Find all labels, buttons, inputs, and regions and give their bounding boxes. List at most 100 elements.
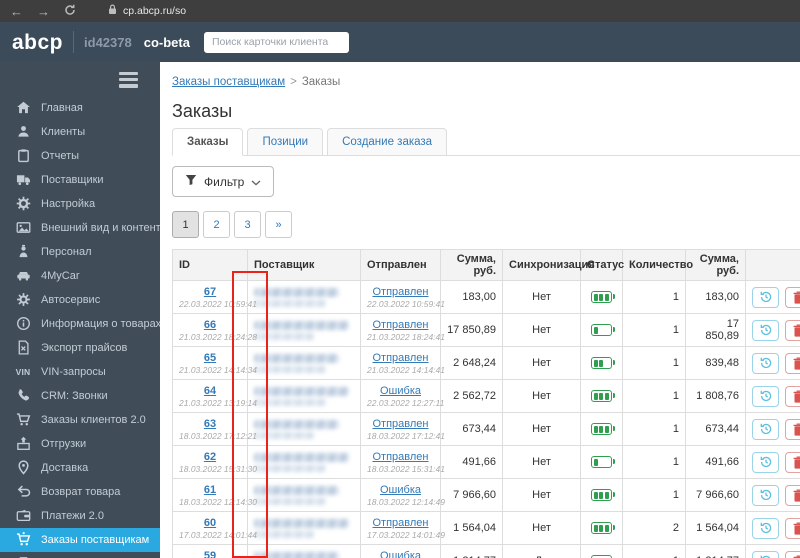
send-status-link[interactable]: Ошибка [380,484,421,496]
supplier-name-redacted [254,419,339,429]
quantity-value: 1 [622,346,686,380]
delete-button[interactable] [785,286,800,308]
history-button[interactable] [752,550,779,558]
sidebar-item-price-export[interactable]: Экспорт прайсов [0,336,160,360]
history-button[interactable] [752,517,779,539]
vin-icon: VIN [15,366,31,377]
order-sum: 183,00 [440,280,503,314]
browser-address-bar: ← → cp.abcp.ru/so [0,0,800,22]
delete-button[interactable] [785,451,800,473]
sidebar-item-client-orders[interactable]: Заказы клиентов 2.0 [0,408,160,432]
page-button-3[interactable]: 3 [234,211,261,238]
order-sum-2: 491,66 [685,445,746,479]
sidebar-item-clients[interactable]: Клиенты [0,120,160,144]
tab-create-order[interactable]: Создание заказа [327,128,448,156]
sidebar-item-4mycar[interactable]: 4MyCar [0,264,160,288]
sidebar-item-reports[interactable]: Отчеты [0,144,160,168]
sidebar-item-crm-calls[interactable]: CRM: Звонки [0,384,160,408]
order-id-link[interactable]: 59 [204,550,216,558]
send-status-link[interactable]: Отправлен [373,418,429,430]
quantity-value: 1 [622,544,686,558]
order-sum: 17 850,89 [440,313,503,347]
delete-button[interactable] [785,418,800,440]
send-status-link[interactable]: Отправлен [373,286,429,298]
delete-button[interactable] [785,352,800,374]
url-box[interactable]: cp.abcp.ru/so [108,2,186,20]
send-status-link[interactable]: Ошибка [380,385,421,397]
autoservice-gear-icon [15,292,31,308]
abcp-logo[interactable]: abcp [12,32,63,53]
history-button[interactable] [752,286,779,308]
page-button-1[interactable]: 1 [172,211,199,238]
history-button[interactable] [752,352,779,374]
sidebar-item-home[interactable]: Главная [0,96,160,120]
supplier-name-redacted [254,386,349,396]
order-sum-2: 1 808,76 [685,379,746,413]
supplier-details-redacted [254,497,326,505]
delete-button[interactable] [785,319,800,341]
delete-button[interactable] [785,484,800,506]
page-button-2[interactable]: 2 [203,211,230,238]
order-id-link[interactable]: 62 [204,451,216,463]
sidebar-item-shipments[interactable]: Отгрузки [0,432,160,456]
client-search-input[interactable] [203,31,349,53]
delete-button[interactable] [785,517,800,539]
supplier-details-redacted [254,332,314,340]
url-text[interactable]: cp.abcp.ru/so [123,5,186,17]
filter-button[interactable]: Фильтр [172,166,275,197]
sidebar-item-vin-requests[interactable]: VIN VIN-запросы [0,360,160,384]
history-button[interactable] [752,484,779,506]
sync-value: Нет [502,313,581,347]
sidebar-item-clipped[interactable] [0,552,160,558]
sidebar-item-appearance[interactable]: Внешний вид и контент [0,216,160,240]
order-id-link[interactable]: 66 [204,319,216,331]
tab-positions[interactable]: Позиции [247,128,324,156]
delete-button[interactable] [785,550,800,558]
col-status: Статус [580,249,624,281]
delete-button[interactable] [785,385,800,407]
sidebar-item-staff[interactable]: Персонал [0,240,160,264]
sidebar-item-autoservice[interactable]: Автосервис [0,288,160,312]
sidebar-item-delivery[interactable]: Доставка [0,456,160,480]
browser-forward-icon[interactable]: → [37,5,50,18]
send-status-link[interactable]: Отправлен [373,352,429,364]
order-id-link[interactable]: 60 [204,517,216,529]
clients-icon [15,124,31,140]
sidebar-item-payments[interactable]: Платежи 2.0 [0,504,160,528]
sidebar-item-returns[interactable]: Возврат товара [0,480,160,504]
sidebar-item-suppliers[interactable]: Поставщики [0,168,160,192]
col-sum1: Сумма, руб. [440,249,503,281]
order-sum: 7 966,60 [440,478,503,512]
history-button[interactable] [752,385,779,407]
history-button[interactable] [752,319,779,341]
sidebar-item-settings[interactable]: Настройка [0,192,160,216]
history-button[interactable] [752,418,779,440]
sidebar-item-supplier-orders[interactable]: Заказы поставщикам [0,527,160,552]
send-status-link[interactable]: Ошибка [380,550,421,558]
page-button-next[interactable]: » [265,211,292,238]
table-row: 65 21.03.2022 14:14:34 Отправлен 21.03.2 [172,346,800,380]
table-header-row: ID Поставщик Отправлен Сумма, руб. Синхр… [172,249,800,281]
history-button[interactable] [752,451,779,473]
supplier-details-redacted [254,365,326,373]
supplier-details-redacted [254,464,326,472]
sidebar-collapse-hamburger-icon[interactable] [0,62,160,96]
battery-status-icon [591,489,616,502]
sidebar-item-product-info[interactable]: Информация о товарах [0,312,160,336]
tab-orders[interactable]: Заказы [172,128,244,156]
browser-reload-icon[interactable] [64,4,76,18]
send-status-link[interactable]: Отправлен [373,319,429,331]
order-id-link[interactable]: 61 [204,484,216,496]
send-status-link[interactable]: Отправлен [373,517,429,529]
browser-back-icon[interactable]: ← [10,5,23,18]
order-id-link[interactable]: 63 [204,418,216,430]
order-sum: 673,44 [440,412,503,446]
shipments-box-icon [15,436,31,452]
send-status-link[interactable]: Отправлен [373,451,429,463]
breadcrumb-parent-link[interactable]: Заказы поставщикам [172,76,285,88]
order-id-link[interactable]: 64 [204,385,216,397]
sync-value: Нет [502,478,581,512]
order-id-link[interactable]: 65 [204,352,216,364]
order-id-link[interactable]: 67 [204,286,216,298]
supplier-name-redacted [254,452,349,462]
